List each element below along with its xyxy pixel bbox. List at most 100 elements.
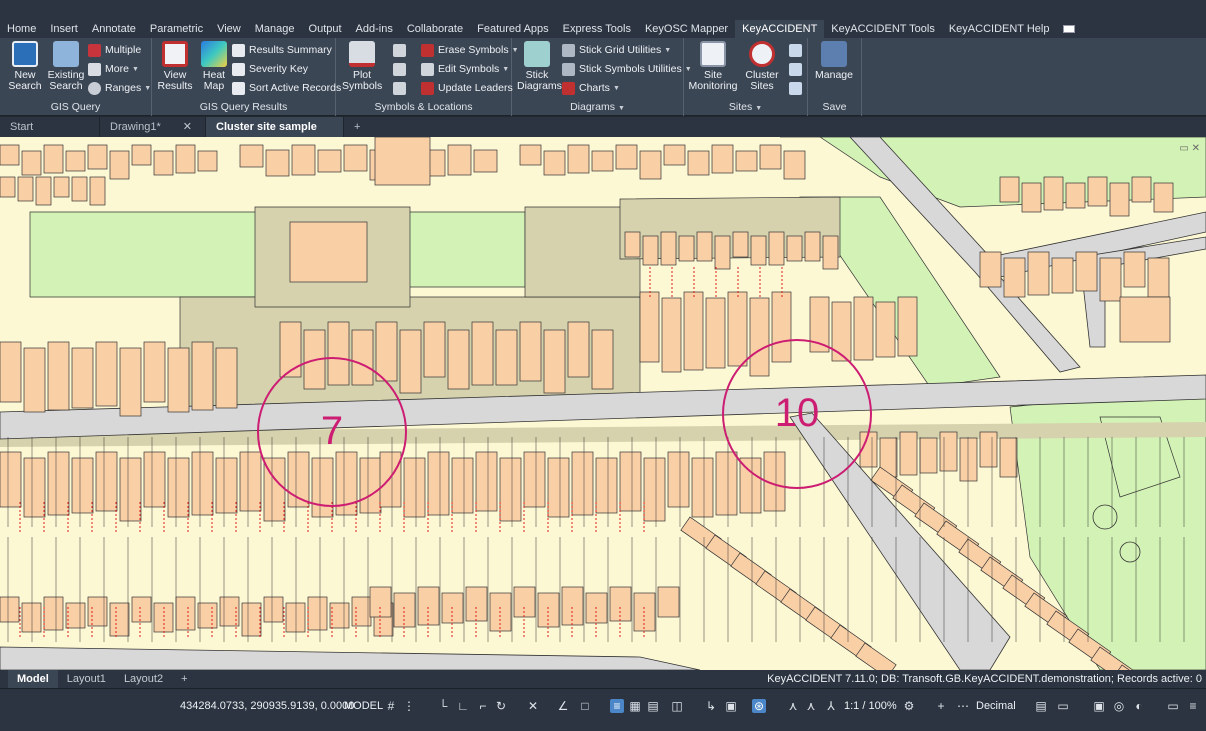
ribbon-tab-keyosc-mapper[interactable]: KeyOSC Mapper xyxy=(638,20,735,38)
site-add-icon[interactable] xyxy=(789,44,802,57)
new-search-label: New Search xyxy=(8,69,42,92)
ribbon-tab-keyaccident[interactable]: KeyACCIDENT xyxy=(735,20,825,38)
grid-icon[interactable]: # xyxy=(384,699,398,713)
isodraft-icon[interactable]: ⌐ xyxy=(476,699,490,713)
ribbon-options-icon[interactable] xyxy=(1062,25,1075,33)
erase-symbols-button[interactable]: Erase Symbols ▼ xyxy=(421,42,519,59)
results-summary-button[interactable]: Results Summary xyxy=(232,42,332,59)
edit-symbols-button[interactable]: Edit Symbols ▼ xyxy=(421,61,509,78)
view-results-button[interactable]: View Results xyxy=(155,41,195,92)
building xyxy=(1087,176,1108,207)
stick-diagrams-button[interactable]: Stick Diagrams xyxy=(517,41,562,92)
ribbon-tab-collaborate[interactable]: Collaborate xyxy=(400,20,470,38)
stick-symbols-utilities-button[interactable]: Stick Symbols Utilities ▼ xyxy=(562,61,692,78)
severity-key-button[interactable]: Severity Key xyxy=(232,61,308,78)
building xyxy=(519,321,542,382)
auto-scale-icon[interactable]: ⋏ xyxy=(804,699,818,713)
ranges-button[interactable]: Ranges ▼ xyxy=(88,80,151,97)
3d-osnap-icon[interactable]: ◫ xyxy=(670,699,684,713)
ucs-icon[interactable]: ↳ xyxy=(704,699,718,713)
drawing-viewport[interactable]: 7 10 ▭ ✕ xyxy=(0,137,1206,670)
site-edit-icon[interactable] xyxy=(789,63,802,76)
close-icon[interactable]: ✕ xyxy=(183,121,192,133)
panel-label-gis-query-results: GIS Query Results xyxy=(199,101,288,113)
gear-icon[interactable]: ⚙ xyxy=(902,699,916,713)
ribbon-tab-addins[interactable]: Add-ins xyxy=(349,20,400,38)
manage-button[interactable]: Manage xyxy=(814,41,854,81)
annotation-scale-value[interactable]: 1:1 / 100% xyxy=(844,697,897,715)
building xyxy=(215,457,238,514)
isolate-icon[interactable]: ⋯ xyxy=(956,699,970,713)
site-delete-icon[interactable] xyxy=(789,82,802,95)
ribbon-tab-keyaccident-help[interactable]: KeyACCIDENT Help xyxy=(942,20,1057,38)
building xyxy=(979,431,998,468)
ortho-icon[interactable]: └ xyxy=(436,699,450,713)
lock-icon[interactable]: ▣ xyxy=(1092,699,1106,713)
clean-screen-icon[interactable]: ▭ xyxy=(1166,699,1180,713)
doc-tab-drawing1[interactable]: Drawing1* ✕ xyxy=(100,117,206,137)
layout-tab-model[interactable]: Model xyxy=(8,670,58,688)
panel-label-diagrams[interactable]: Diagrams ▼ xyxy=(512,101,683,113)
snap-icon[interactable]: ⋮ xyxy=(402,699,416,713)
annotation-visibility-icon[interactable]: ⋏ xyxy=(786,699,800,713)
ribbon-tab-view[interactable]: View xyxy=(210,20,248,38)
layout-tab-layout1[interactable]: Layout1 xyxy=(58,670,115,688)
model-space-button[interactable]: MODEL xyxy=(340,697,387,715)
gizmo-icon[interactable]: ▣ xyxy=(724,699,738,713)
units-select[interactable]: Decimal xyxy=(976,697,1016,715)
ribbon-tab-output[interactable]: Output xyxy=(302,20,349,38)
symbol-layer-icon[interactable] xyxy=(393,82,406,95)
ribbon-tab-manage[interactable]: Manage xyxy=(248,20,302,38)
cluster-sites-button[interactable]: Cluster Sites xyxy=(742,41,782,92)
dynamic-ucs-icon[interactable]: □ xyxy=(578,699,592,713)
menu-icon[interactable]: ≡ xyxy=(1186,699,1200,713)
panel-label-sites[interactable]: Sites ▼ xyxy=(684,101,807,113)
stick-grid-utilities-button[interactable]: Stick Grid Utilities ▼ xyxy=(562,42,671,59)
ribbon-tab-annotate[interactable]: Annotate xyxy=(85,20,143,38)
osnap-icon[interactable]: ✕ xyxy=(526,699,540,713)
plot-symbols-button[interactable]: Plot Symbols xyxy=(342,41,382,92)
viewport-controls[interactable]: ▭ ✕ xyxy=(1179,143,1200,154)
isolate-objects-icon[interactable]: ◐ xyxy=(1132,699,1146,713)
symbol-style-icon[interactable] xyxy=(393,44,406,57)
hardware-acceleration-icon[interactable]: ◎ xyxy=(1112,699,1126,713)
layout-tab-layout2[interactable]: Layout2 xyxy=(115,670,172,688)
building xyxy=(71,347,94,409)
building xyxy=(167,457,190,518)
ribbon-tab-parametric[interactable]: Parametric xyxy=(143,20,210,38)
stick-diagrams-label: Stick Diagrams xyxy=(517,69,562,92)
angle-icon[interactable]: ∠ xyxy=(556,699,570,713)
heat-map-button[interactable]: Heat Map xyxy=(194,41,234,92)
sort-active-records-button[interactable]: Sort Active Records xyxy=(232,80,341,97)
ribbon-tab-home[interactable]: Home xyxy=(0,20,43,38)
site-monitoring-button[interactable]: Site Monitoring xyxy=(688,41,738,92)
ribbon-tab-keyaccident-tools[interactable]: KeyACCIDENT Tools xyxy=(824,20,942,38)
existing-search-button[interactable]: Existing Search xyxy=(46,41,86,92)
annotation-scale-icon[interactable]: ⅄ xyxy=(824,699,838,713)
properties-icon[interactable]: ▤ xyxy=(1034,699,1048,713)
panel-label-save: Save xyxy=(822,101,847,113)
doc-tab-cluster-site-sample-plot[interactable]: Cluster site sample plot✕ xyxy=(206,117,344,153)
lineweight-icon[interactable]: ≡ xyxy=(610,699,624,713)
ribbon-tab-express-tools[interactable]: Express Tools xyxy=(556,20,638,38)
doc-tab-start[interactable]: Start xyxy=(0,117,100,137)
annotation-monitor-icon[interactable]: ⊛ xyxy=(752,699,766,713)
ribbon-tab-featured-apps[interactable]: Featured Apps xyxy=(470,20,556,38)
charts-button[interactable]: Charts ▼ xyxy=(562,80,620,97)
plus-icon[interactable]: + xyxy=(934,699,948,713)
object-track-icon[interactable]: ↻ xyxy=(494,699,508,713)
new-search-button[interactable]: New Search xyxy=(5,41,45,92)
more-button[interactable]: More ▼ xyxy=(88,61,139,78)
transparency-icon[interactable]: ▦ xyxy=(628,699,642,713)
new-tab-button[interactable]: + xyxy=(344,117,370,137)
symbol-filter-icon[interactable] xyxy=(393,63,406,76)
add-layout-button[interactable]: + xyxy=(172,670,196,688)
building xyxy=(143,451,166,508)
update-leaders-button[interactable]: Update Leaders xyxy=(421,80,513,97)
quick-properties-icon[interactable]: ▭ xyxy=(1056,699,1070,713)
building xyxy=(691,457,714,518)
multiple-button[interactable]: Multiple xyxy=(88,42,141,59)
ribbon-tab-insert[interactable]: Insert xyxy=(43,20,85,38)
selection-cycling-icon[interactable]: ▤ xyxy=(646,699,660,713)
polar-icon[interactable]: ∟ xyxy=(456,699,470,713)
